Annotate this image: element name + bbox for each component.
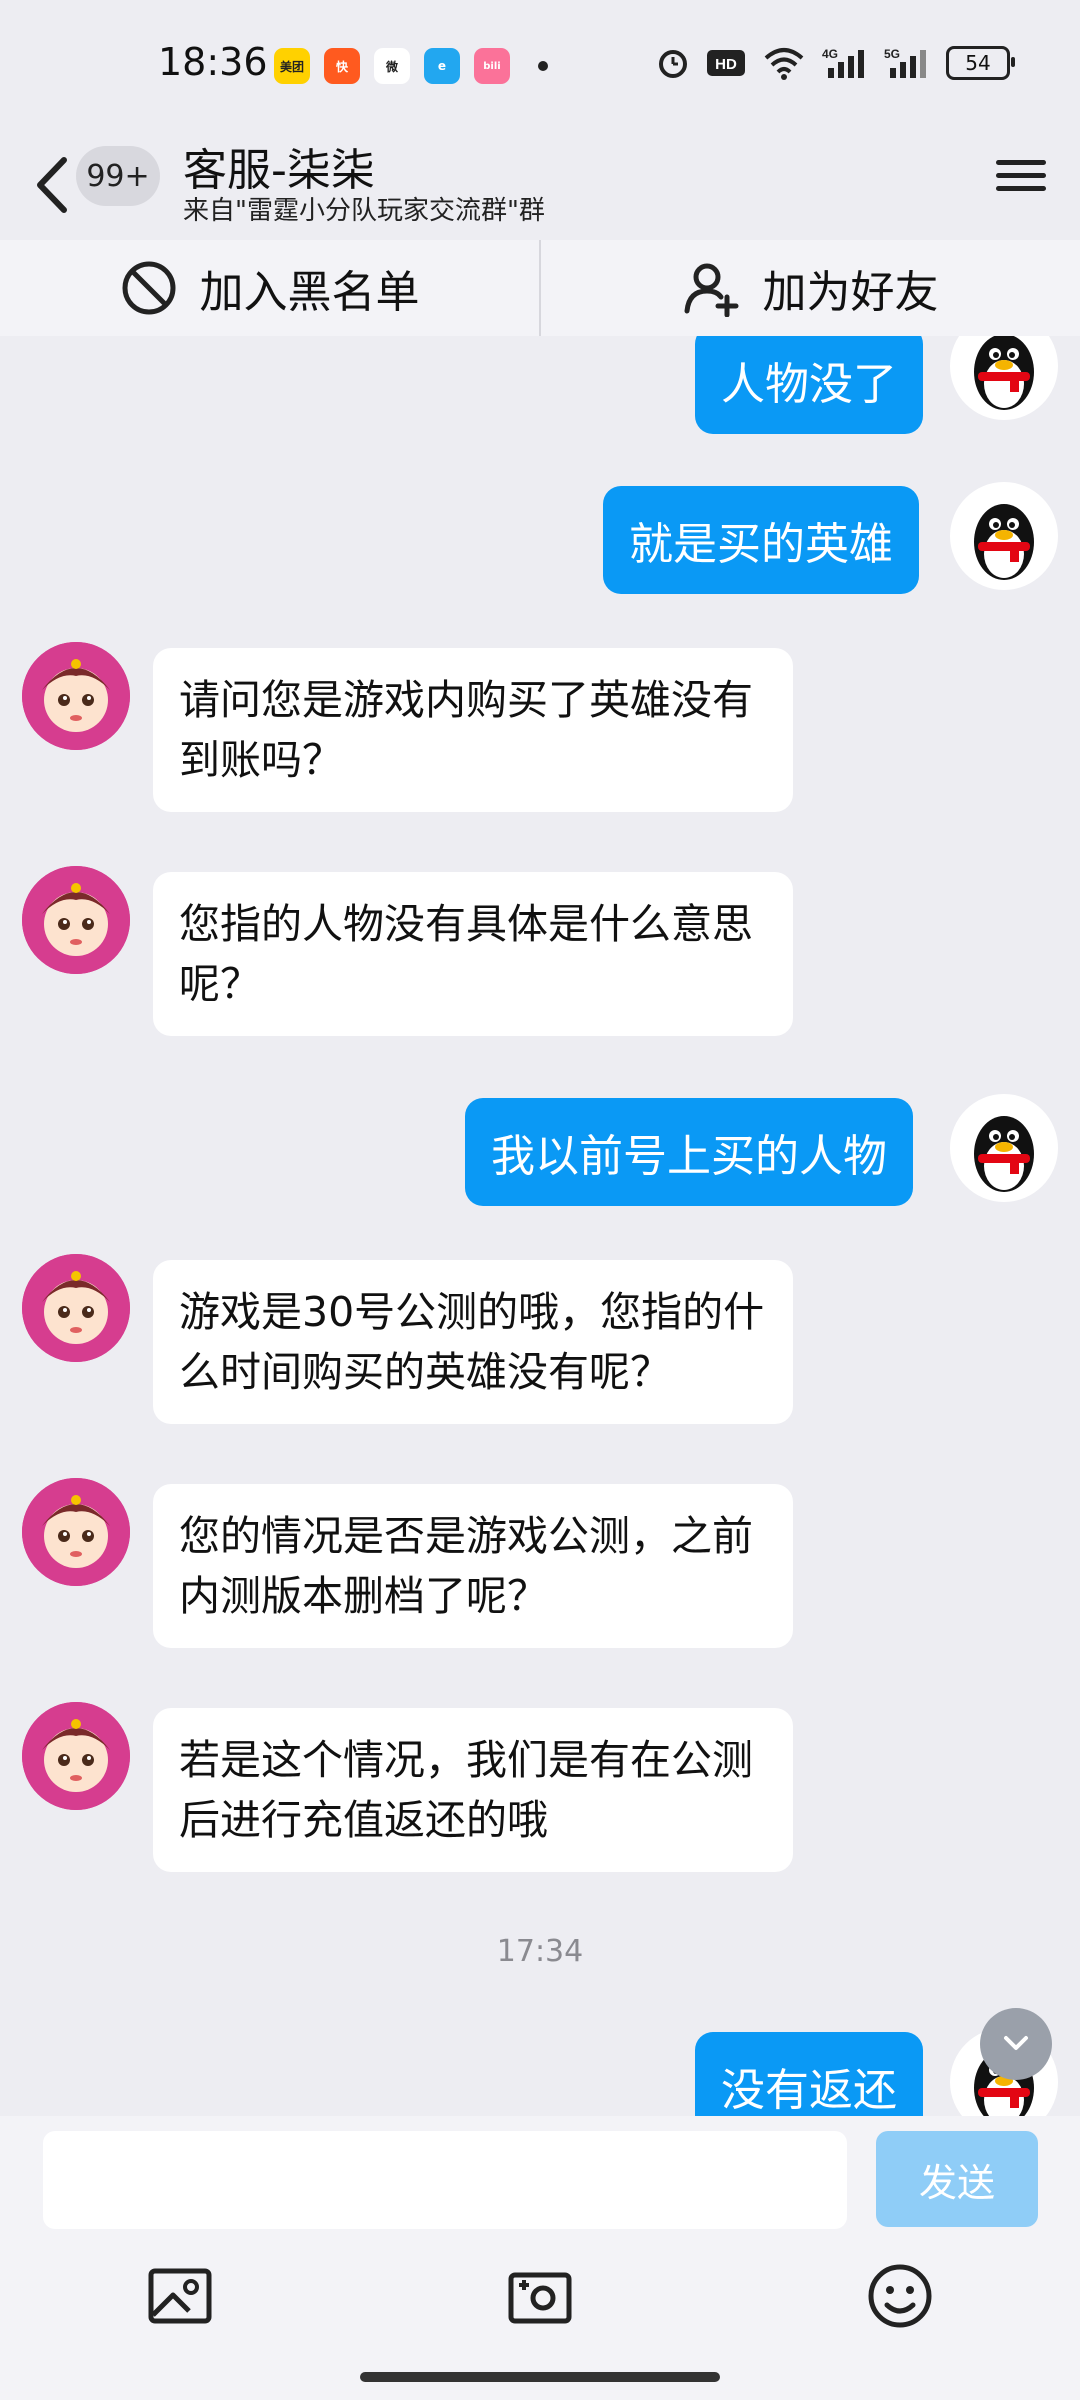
qq-penguin-icon <box>974 336 1034 410</box>
cartoon-girl-avatar-icon <box>22 642 130 750</box>
emoji-icon[interactable] <box>865 2261 935 2331</box>
blacklist-label: 加入黑名单 <box>199 267 420 318</box>
chevron-down-icon <box>1004 2036 1028 2050</box>
incoming-message-bubble[interactable]: 游戏是30号公测的哦，您指的什么时间购买的英雄没有呢？ <box>153 1260 793 1424</box>
signal-5g-icon: 5G <box>884 47 926 78</box>
status-indicators: HD 4G 5G 54 <box>656 46 1015 80</box>
qq-penguin-icon <box>974 504 1034 580</box>
send-button[interactable]: 发送 <box>876 2131 1038 2227</box>
back-arrow-icon[interactable] <box>30 150 80 220</box>
unread-count-badge[interactable]: 99+ <box>76 146 160 206</box>
camera-icon[interactable] <box>505 2261 575 2331</box>
add-user-icon <box>684 263 738 317</box>
add-friend-label: 加为好友 <box>762 267 939 318</box>
svg-text:5G: 5G <box>884 47 900 61</box>
agent-avatar[interactable] <box>22 1702 130 1810</box>
input-bar: 发送 <box>0 2116 1080 2400</box>
cartoon-girl-avatar-icon <box>22 1702 130 1810</box>
cartoon-girl-avatar-icon <box>22 1254 130 1362</box>
cartoon-girl-avatar-icon <box>22 1478 130 1586</box>
wechat-icon: 微 <box>374 48 410 84</box>
alarm-icon <box>659 50 687 78</box>
status-time: 18:36 <box>158 40 268 84</box>
agent-avatar[interactable] <box>22 1478 130 1586</box>
incoming-message-bubble[interactable]: 若是这个情况，我们是有在公测后进行充值返还的哦 <box>153 1708 793 1872</box>
svg-text:HD: HD <box>715 56 737 73</box>
image-icon[interactable] <box>145 2261 215 2331</box>
chat-header: 99+ 客服-柒柒 来自"雷霆小分队玩家交流群"群 <box>0 130 1080 240</box>
incoming-message-bubble[interactable]: 请问您是游戏内购买了英雄没有到账吗？ <box>153 648 793 812</box>
message-input[interactable] <box>43 2131 847 2229</box>
notification-dot-icon <box>538 61 548 71</box>
home-indicator[interactable] <box>360 2372 720 2382</box>
battery-icon: 54 <box>946 46 1015 80</box>
input-toolbar <box>0 2261 1080 2361</box>
incoming-message-bubble[interactable]: 您指的人物没有具体是什么意思呢？ <box>153 872 793 1036</box>
scroll-to-bottom-button[interactable] <box>980 2008 1052 2080</box>
incoming-message-bubble[interactable]: 您的情况是否是游戏公测，之前内测版本删档了呢？ <box>153 1484 793 1648</box>
my-avatar[interactable] <box>950 1094 1058 1202</box>
blacklist-button[interactable]: 加入黑名单 <box>0 240 539 336</box>
my-avatar[interactable] <box>950 482 1058 590</box>
my-avatar[interactable] <box>950 336 1058 420</box>
status-bar: 18:36 美团 快 微 e bili HD 4G 5G 54 <box>0 0 1080 130</box>
message-timestamp: 17:34 <box>496 1934 584 1969</box>
bilibili-icon: bili <box>474 48 510 84</box>
outgoing-message-bubble[interactable]: 就是买的英雄 <box>603 486 919 594</box>
battery-level: 54 <box>965 51 991 75</box>
cartoon-girl-avatar-icon <box>22 866 130 974</box>
wifi-icon <box>764 48 804 80</box>
browser-icon: e <box>424 48 460 84</box>
agent-avatar[interactable] <box>22 1254 130 1362</box>
agent-avatar[interactable] <box>22 642 130 750</box>
outgoing-message-bubble[interactable]: 人物没了 <box>695 336 923 434</box>
outgoing-message-bubble[interactable]: 没有返还 <box>695 2032 923 2116</box>
add-friend-button[interactable]: 加为好友 <box>541 240 1080 336</box>
qq-penguin-icon <box>974 1116 1034 1192</box>
outgoing-message-bubble[interactable]: 我以前号上买的人物 <box>465 1098 913 1206</box>
signal-4g-icon: 4G <box>822 47 864 78</box>
chat-subtitle: 来自"雷霆小分队玩家交流群"群 <box>183 196 545 226</box>
block-icon <box>122 261 175 315</box>
message-list[interactable]: 人物没了 就是买的英雄 请问您是游戏内购买了英雄没有到账吗？ 您指的人物没有具体… <box>0 336 1080 2116</box>
agent-avatar[interactable] <box>22 866 130 974</box>
status-app-icons: 美团 快 微 e bili <box>274 48 548 84</box>
meituan-icon: 美团 <box>274 48 310 84</box>
svg-text:4G: 4G <box>822 47 838 61</box>
hd-icon: HD <box>707 50 745 76</box>
more-menu-icon[interactable] <box>996 152 1046 202</box>
kuaishou-icon: 快 <box>324 48 360 84</box>
action-bar: 加入黑名单 加为好友 <box>0 240 1080 336</box>
chat-title: 客服-柒柒 <box>183 145 375 196</box>
